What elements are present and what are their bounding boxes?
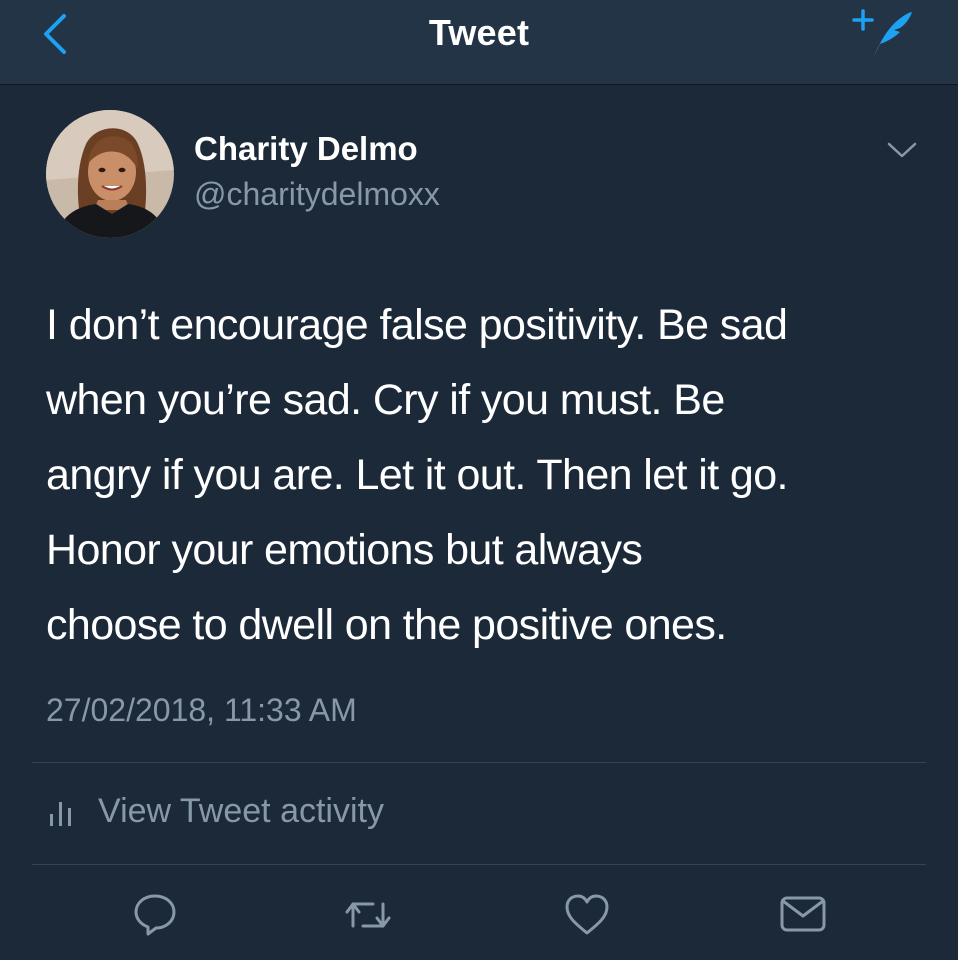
chevron-down-icon[interactable] [884, 136, 920, 164]
tweet-text: I don’t encourage false positivity. Be s… [46, 301, 788, 649]
author-avatar[interactable] [46, 110, 174, 238]
view-tweet-activity-button[interactable]: View Tweet activity [46, 786, 384, 836]
author-name[interactable]: Charity Delmo [194, 130, 418, 168]
divider [32, 762, 926, 763]
direct-message-icon[interactable] [778, 890, 828, 940]
compose-tweet-icon[interactable] [850, 6, 916, 62]
like-icon[interactable] [562, 890, 612, 940]
retweet-icon[interactable] [343, 890, 393, 940]
page-title: Tweet [428, 12, 530, 53]
reply-icon[interactable] [130, 890, 180, 940]
author-handle[interactable]: @charitydelmoxx [194, 176, 440, 213]
bar-chart-icon [46, 794, 76, 828]
divider [32, 864, 926, 865]
top-navigation-bar: Tweet [0, 0, 958, 85]
tweet-timestamp: 27/02/2018, 11:33 AM [46, 692, 357, 728]
view-tweet-activity-label: View Tweet activity [98, 791, 384, 830]
